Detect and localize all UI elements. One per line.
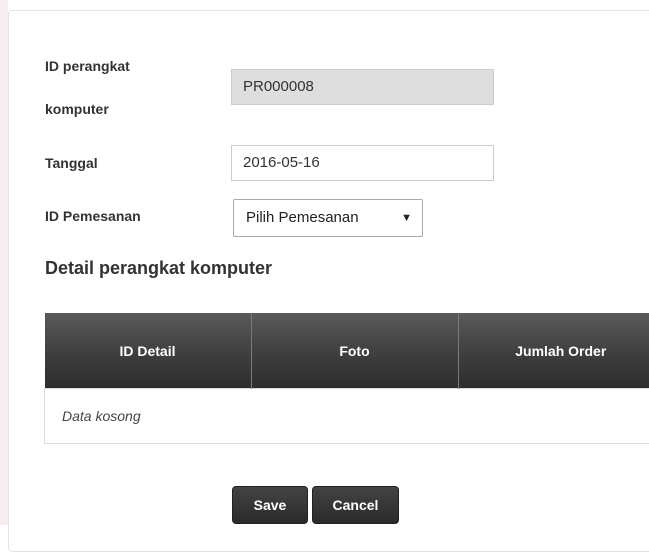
cancel-button[interactable]: Cancel bbox=[312, 486, 399, 524]
id-perangkat-label-line2: komputer bbox=[45, 101, 109, 117]
column-header-foto[interactable]: Foto bbox=[251, 313, 458, 389]
save-button[interactable]: Save bbox=[232, 486, 308, 524]
empty-data-message: Data kosong bbox=[45, 389, 649, 444]
table-row: Data kosong bbox=[45, 389, 649, 444]
column-header-id-detail[interactable]: ID Detail bbox=[45, 313, 252, 389]
page-background-stripe bbox=[0, 0, 8, 525]
tanggal-field[interactable]: 2016-05-16 bbox=[231, 145, 494, 181]
column-header-jumlah-order[interactable]: Jumlah Order bbox=[458, 313, 649, 389]
id-pemesanan-label: ID Pemesanan bbox=[45, 208, 141, 224]
detail-table: ID Detail Foto Jumlah Order Data kosong bbox=[44, 313, 649, 444]
tanggal-label: Tanggal bbox=[45, 155, 98, 171]
id-pemesanan-select[interactable]: Pilih Pemesanan ▼ bbox=[233, 199, 423, 237]
chevron-down-icon: ▼ bbox=[401, 200, 412, 236]
id-pemesanan-selected-value: Pilih Pemesanan bbox=[246, 209, 359, 226]
table-header-row: ID Detail Foto Jumlah Order bbox=[45, 313, 649, 389]
id-perangkat-field[interactable]: PR000008 bbox=[231, 69, 494, 105]
detail-section-title: Detail perangkat komputer bbox=[45, 258, 272, 279]
id-perangkat-label-line1: ID perangkat bbox=[45, 58, 130, 74]
